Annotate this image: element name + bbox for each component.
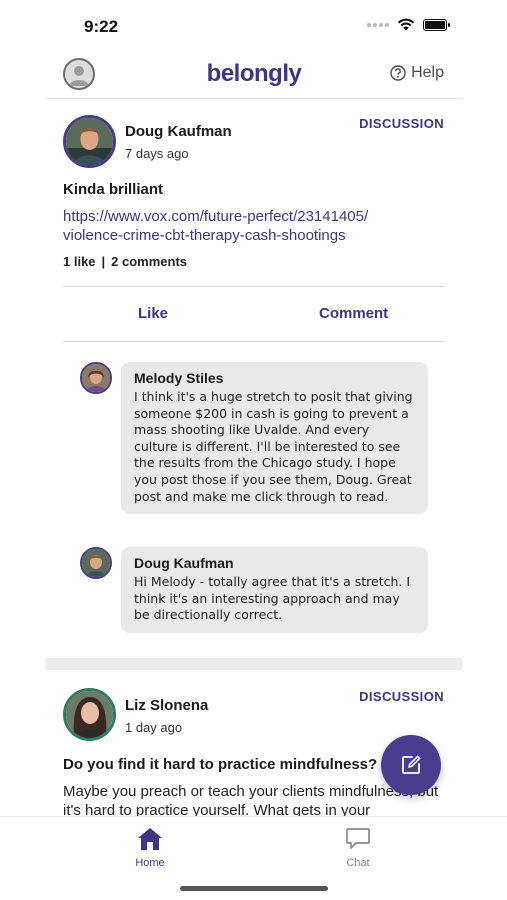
status-icons	[367, 18, 450, 31]
post-stats: 1 like | 2 comments	[63, 254, 187, 269]
battery-icon	[423, 18, 450, 31]
comment-bubble: Melody Stiles I think it's a huge stretc…	[121, 362, 428, 515]
author-avatar[interactable]	[63, 688, 116, 741]
feed-separator	[46, 658, 462, 670]
comment-count[interactable]: 2 comments	[111, 254, 187, 269]
stats-separator: |	[101, 254, 106, 269]
post-type-badge: DISCUSSION	[359, 116, 444, 131]
author-name[interactable]: Doug Kaufman	[125, 123, 232, 140]
status-bar: 9:22	[0, 0, 507, 50]
post-time: 7 days ago	[125, 146, 189, 161]
help-label: Help	[411, 64, 444, 81]
home-indicator	[180, 886, 328, 891]
commenter-photo	[82, 364, 110, 392]
commenter-avatar[interactable]	[80, 547, 112, 579]
post-link-line[interactable]: violence-crime-cbt-therapy-cash-shooting…	[63, 226, 423, 245]
help-button[interactable]: Help	[390, 64, 444, 82]
compose-icon	[402, 755, 421, 774]
author-photo	[66, 691, 113, 738]
post-title: Do you find it hard to practice mindfuln…	[63, 756, 378, 773]
author-avatar[interactable]	[63, 115, 116, 168]
author-name[interactable]: Liz Slonena	[125, 697, 208, 714]
commenter-photo	[82, 549, 110, 577]
wifi-icon	[397, 18, 415, 31]
comment-text: Hi Melody - totally agree that it's a st…	[134, 574, 411, 623]
app-header: belongly Help	[46, 50, 462, 99]
like-count[interactable]: 1 like	[63, 254, 96, 269]
post-link[interactable]: https://www.vox.com/future-perfect/23141…	[63, 207, 423, 245]
commenter-avatar[interactable]	[80, 362, 112, 394]
tab-chat[interactable]: Chat	[318, 825, 398, 869]
comment-author[interactable]: Doug Kaufman	[134, 555, 415, 571]
author-photo	[66, 118, 113, 165]
post-type-badge: DISCUSSION	[359, 689, 444, 704]
tab-label: Chat	[346, 857, 370, 869]
comment-bubble: Doug Kaufman Hi Melody - totally agree t…	[121, 547, 428, 633]
comment-author[interactable]: Melody Stiles	[134, 370, 415, 386]
signal-icon	[367, 22, 389, 27]
chat-icon	[346, 828, 370, 849]
post-title: Kinda brilliant	[63, 181, 164, 198]
home-icon	[138, 828, 162, 850]
like-button[interactable]: Like	[138, 305, 168, 322]
post-action-bar: Like Comment	[63, 286, 445, 342]
comment-button[interactable]: Comment	[319, 305, 388, 322]
tab-label: Home	[135, 857, 165, 869]
post-link-line[interactable]: https://www.vox.com/future-perfect/23141…	[63, 207, 423, 226]
status-time: 9:22	[84, 17, 119, 36]
comment-text: I think it's a huge stretch to posit tha…	[134, 389, 413, 504]
post-card: Doug Kaufman 7 days ago DISCUSSION Kinda…	[46, 100, 462, 658]
tab-home[interactable]: Home	[110, 825, 190, 869]
post-time: 1 day ago	[125, 720, 183, 735]
compose-post-button[interactable]	[381, 735, 441, 795]
question-circle-icon	[390, 65, 406, 81]
